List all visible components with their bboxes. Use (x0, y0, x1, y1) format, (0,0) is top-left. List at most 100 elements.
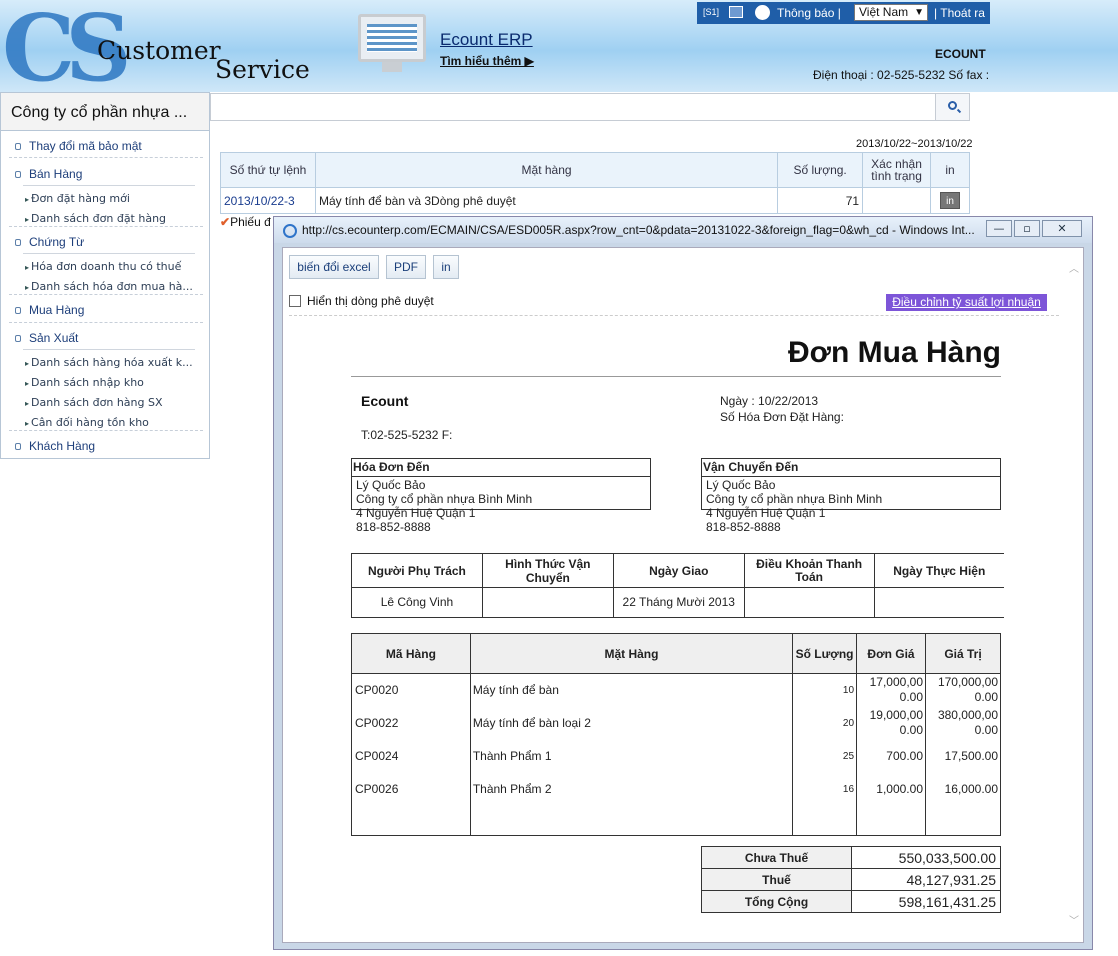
item-code: CP0026 (351, 772, 471, 806)
show-approval-option[interactable]: Hiển thị dòng phê duyệt (289, 294, 434, 308)
sidebar-item-label: Khách Hàng (29, 439, 96, 453)
footer-note: ✔Phiếu đ (220, 215, 271, 229)
column-header[interactable]: Xác nhận tình trạng (862, 152, 931, 188)
bullet-icon (15, 335, 21, 342)
date-range: 2013/10/22~2013/10/22 (856, 138, 973, 150)
pdf-button[interactable]: PDF (386, 255, 426, 279)
notification-link[interactable]: Thông báo | (777, 6, 841, 20)
table-row: CP0022 Máy tính để bàn loại 2 20 19,000,… (351, 706, 1001, 740)
column-header[interactable]: Mặt hàng (314, 152, 779, 188)
column-header[interactable]: Số thứ tự lệnh (220, 152, 316, 188)
info-header: Ngày Giao (612, 553, 745, 588)
chevron-down-icon: ▼ (914, 7, 924, 18)
bill-to-header: Hóa Đơn Đến (352, 459, 650, 477)
chevron-down-icon[interactable]: ﹀ (1069, 912, 1079, 927)
document-title: Đơn Mua Hàng (788, 336, 1001, 369)
items-header: Mã Hàng (351, 633, 471, 674)
checkmark-icon: ✔ (220, 215, 231, 229)
sidebar-item-security-code[interactable]: Thay đổi mã bảo mật (15, 139, 142, 153)
total-value: 598,161,431.25 (851, 890, 1001, 913)
chevron-up-icon[interactable]: ︿ (1069, 260, 1079, 275)
print-button[interactable]: in (940, 192, 960, 209)
sidebar-item-label: Bán Hàng (29, 167, 83, 181)
sidebar-item-label: Sản Xuất (29, 331, 79, 345)
address-line: Công ty cổ phần nhựa Bình Minh (706, 492, 883, 506)
item-code: CP0020 (351, 673, 471, 707)
item-price: 1,000.00 (856, 772, 926, 806)
sidebar-subitem[interactable]: Đơn đặt hàng mới (25, 192, 197, 205)
purchase-order-number: Số Hóa Đơn Đặt Hàng: (720, 410, 844, 424)
show-approval-checkbox[interactable] (289, 295, 301, 307)
info-header: Người Phụ Trách (351, 553, 483, 588)
search-button[interactable] (935, 94, 969, 120)
print-popup-window: http://cs.ecounterp.com/ECMAIN/CSA/ESD00… (273, 216, 1093, 950)
sidebar-subitem[interactable]: Danh sách hóa đơn mua hà... (25, 280, 197, 293)
items-header: Số Lượng (792, 633, 858, 674)
totals-table: Chưa Thuế 550,033,500.00 Thuế 48,127,931… (701, 846, 1001, 913)
company-name[interactable]: Công ty cổ phần nhựa ... (1, 93, 209, 131)
bullet-icon (15, 307, 21, 314)
sidebar-subitem[interactable]: Hóa đơn doanh thu có thuế (25, 260, 197, 273)
sidebar-item-production[interactable]: Sản Xuất (15, 331, 78, 345)
sidebar-subitem[interactable]: Danh sách hàng hóa xuất k... (25, 356, 197, 369)
item-qty: 25 (792, 739, 858, 773)
search-input[interactable] (210, 93, 970, 121)
ecount-erp-link[interactable]: Ecount ERP (440, 30, 533, 50)
sidebar-subitem[interactable]: Danh sách đơn hàng SX (25, 396, 197, 409)
learn-more-link[interactable]: Tìm hiểu thêm ▶ (440, 54, 534, 68)
sidebar-subitem[interactable]: Danh sách nhập kho (25, 376, 197, 389)
table-row[interactable]: 2013/10/22-3 Máy tính để bàn và 3Dòng ph… (220, 187, 970, 214)
sidebar-item-purchase[interactable]: Mua Hàng (15, 303, 84, 317)
logo-text-customer: Customer (97, 36, 221, 65)
order-info-table: Người Phụ Trách Hình Thức Vận Chuyển Ngà… (351, 553, 1004, 618)
column-header: in (930, 152, 970, 188)
popup-print-button[interactable]: in (433, 255, 459, 279)
items-header: Mặt Hàng (469, 633, 794, 674)
language-value: Việt Nam (859, 5, 909, 19)
computer-monitor-icon (358, 14, 426, 74)
popup-body: biến đổi excel PDF in Hiển thị dòng phê … (282, 247, 1084, 943)
minimize-button[interactable]: — (986, 220, 1012, 237)
column-header[interactable]: Số lượng. (777, 152, 864, 188)
divider (351, 376, 1001, 377)
address-line: Lý Quốc Bảo (706, 478, 776, 492)
items-header: Giá Trị (925, 633, 1001, 674)
divider (9, 430, 203, 431)
order-number-link[interactable]: 2013/10/22-3 (220, 187, 316, 214)
site-header: CS Customer Service Ecount ERP Tìm hiểu … (0, 0, 1118, 92)
divider (23, 253, 195, 254)
sidebar-item-documents[interactable]: Chứng Từ (15, 235, 84, 249)
info-value: 22 Tháng Mười 2013 (612, 587, 745, 618)
sidebar-item-label: Chứng Từ (29, 235, 85, 249)
sidebar-item-customers[interactable]: Khách Hàng (15, 439, 95, 453)
tax-value: 48,127,931.25 (851, 868, 1001, 891)
divider (23, 349, 195, 350)
s1-label[interactable]: [S1] (703, 7, 719, 17)
sidebar-subitem[interactable]: Danh sách đơn đặt hàng (25, 212, 197, 225)
profit-adjust-button[interactable]: Điều chỉnh tỷ suất lợi nhuận (886, 294, 1047, 311)
document-company: Ecount (361, 393, 409, 409)
divider (23, 185, 195, 186)
close-button[interactable]: ✕ (1042, 220, 1082, 237)
sidebar-item-label: Thay đổi mã bảo mật (29, 139, 142, 153)
popup-url: http://cs.ecounterp.com/ECMAIN/CSA/ESD00… (302, 223, 975, 237)
logout-link[interactable]: | Thoát ra (934, 6, 985, 20)
excel-button[interactable]: biến đổi excel (289, 255, 379, 279)
total-label: Tổng Cộng (701, 890, 852, 913)
address-line: 4 Nguyễn Huệ Quận 1 (356, 506, 476, 520)
maximize-button[interactable]: ▫ (1014, 220, 1040, 237)
item-price: 19,000,00 0.00 (856, 706, 926, 740)
bullet-icon (15, 443, 21, 450)
user-icon[interactable] (755, 5, 770, 20)
sidebar-subitem[interactable]: Cân đối hàng tồn kho (25, 416, 197, 429)
item-code: CP0024 (351, 739, 471, 773)
language-select[interactable]: Việt Nam ▼ (854, 4, 928, 21)
document-phone: T:02-525-5232 F: (361, 428, 453, 442)
info-value (481, 587, 614, 618)
sidebar-item-sales[interactable]: Bán Hàng (15, 167, 82, 181)
scrollbar[interactable]: ︿ ﹀ (1065, 248, 1083, 942)
table-row-blank (351, 805, 1001, 836)
message-icon[interactable] (729, 6, 743, 18)
bullet-icon (15, 171, 21, 178)
popup-titlebar[interactable]: http://cs.ecounterp.com/ECMAIN/CSA/ESD00… (274, 217, 1092, 243)
